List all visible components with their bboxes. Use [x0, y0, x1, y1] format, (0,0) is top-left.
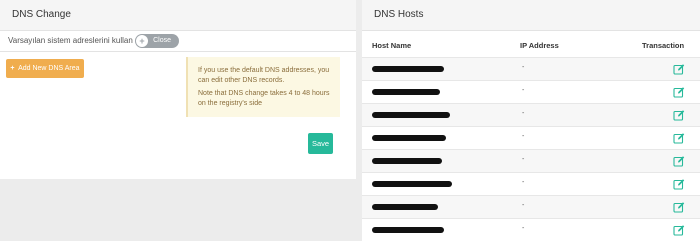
- table-header: Host Name IP Address Transaction: [362, 38, 700, 54]
- redaction-mark: [372, 158, 442, 164]
- dns-change-title: DNS Change: [0, 0, 356, 31]
- col-host-name: Host Name: [372, 41, 412, 50]
- add-dns-area-button[interactable]: + Add New DNS Area: [6, 59, 84, 78]
- redaction-mark: [372, 181, 452, 187]
- save-button[interactable]: Save: [308, 133, 333, 154]
- edit-icon[interactable]: [673, 109, 685, 121]
- ip-address-cell: -: [522, 110, 525, 117]
- ip-address-cell: -: [522, 179, 525, 186]
- info-text: If you use the default DNS addresses, yo…: [198, 67, 330, 84]
- redaction-mark: [372, 89, 440, 95]
- default-dns-row: Varsayılan sistem adreslerini kullan + C…: [8, 34, 179, 48]
- dns-info-alert: If you use the default DNS addresses, yo…: [186, 57, 340, 117]
- dns-host-rows: - - - - - - - -: [362, 57, 700, 241]
- table-row: -: [362, 80, 700, 103]
- table-row: -: [362, 126, 700, 149]
- redaction-mark: [372, 112, 450, 118]
- ip-address-cell: -: [522, 202, 525, 209]
- redaction-mark: [372, 227, 444, 233]
- add-dns-area-label: Add New DNS Area: [18, 65, 80, 72]
- dns-change-panel: DNS Change Varsayılan sistem adreslerini…: [0, 0, 356, 179]
- ip-address-cell: -: [522, 156, 525, 163]
- edit-icon[interactable]: [673, 132, 685, 144]
- ip-address-cell: -: [522, 225, 525, 232]
- default-dns-toggle[interactable]: + Close: [135, 34, 179, 48]
- ip-address-cell: -: [522, 87, 525, 94]
- info-note: Note that DNS change takes 4 to 48 hours…: [198, 90, 330, 107]
- table-row: -: [362, 149, 700, 172]
- redaction-mark: [372, 135, 446, 141]
- redaction-mark: [372, 66, 444, 72]
- edit-icon[interactable]: [673, 63, 685, 75]
- plus-icon: +: [10, 65, 15, 72]
- table-row: -: [362, 103, 700, 126]
- ip-address-cell: -: [522, 133, 525, 140]
- edit-icon[interactable]: [673, 86, 685, 98]
- table-row: -: [362, 195, 700, 218]
- col-ip-address: IP Address: [520, 41, 559, 50]
- divider: [0, 51, 356, 52]
- table-row: -: [362, 172, 700, 195]
- edit-icon[interactable]: [673, 155, 685, 167]
- edit-icon[interactable]: [673, 224, 685, 236]
- edit-icon[interactable]: [673, 178, 685, 190]
- col-transaction: Transaction: [642, 41, 685, 50]
- redaction-mark: [372, 204, 438, 210]
- ip-address-cell: -: [522, 64, 525, 71]
- plus-icon: +: [136, 35, 148, 47]
- toggle-state-label: Close: [153, 37, 171, 44]
- dns-hosts-panel: DNS Hosts Host Name IP Address Transacti…: [362, 0, 700, 241]
- default-dns-label: Varsayılan sistem adreslerini kullan: [8, 36, 133, 45]
- table-row: -: [362, 57, 700, 80]
- table-row: -: [362, 218, 700, 241]
- dns-hosts-title: DNS Hosts: [362, 0, 700, 31]
- edit-icon[interactable]: [673, 201, 685, 213]
